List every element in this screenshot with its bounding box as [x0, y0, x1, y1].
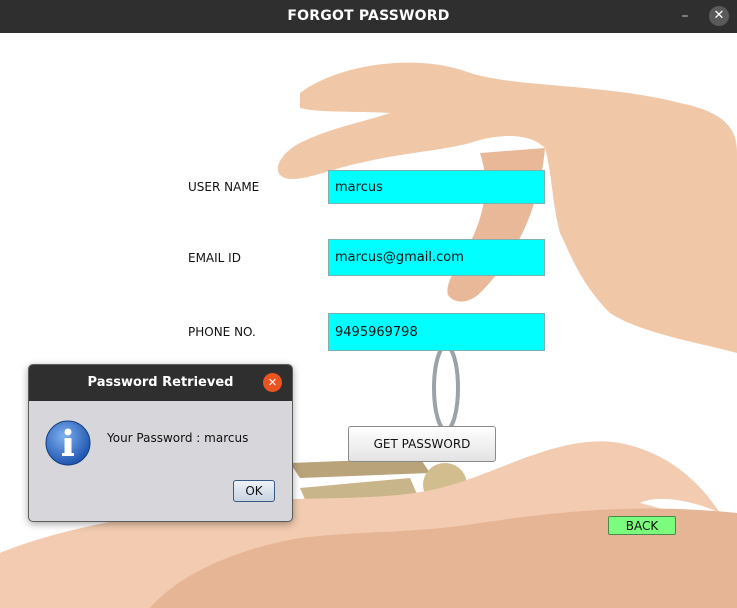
key-ring — [432, 344, 460, 432]
username-label: USER NAME — [188, 180, 260, 194]
dialog-message: Your Password : marcus — [107, 431, 249, 445]
email-label: EMAIL ID — [188, 251, 241, 265]
get-password-button[interactable]: GET PASSWORD — [348, 426, 496, 462]
back-button[interactable]: BACK — [608, 516, 676, 535]
email-field[interactable] — [328, 239, 545, 276]
username-field[interactable] — [328, 170, 545, 204]
ok-button[interactable]: OK — [233, 480, 275, 502]
password-retrieved-dialog: Password Retrieved ✕ Your Password : mar… — [28, 364, 293, 522]
window-title: FORGOT PASSWORD — [287, 8, 450, 24]
info-icon — [45, 420, 91, 466]
dialog-titlebar: Password Retrieved ✕ — [29, 365, 292, 401]
phone-field[interactable] — [328, 313, 545, 351]
dialog-title: Password Retrieved — [87, 375, 234, 390]
dialog-close-button[interactable]: ✕ — [263, 373, 282, 392]
window-titlebar: FORGOT PASSWORD – ✕ — [0, 0, 737, 33]
window-close-button[interactable]: ✕ — [709, 6, 729, 26]
minimize-button[interactable]: – — [676, 8, 694, 26]
forgot-password-window: FORGOT PASSWORD – ✕ USER NAME EMAIL ID P… — [0, 0, 737, 608]
phone-label: PHONE NO. — [188, 325, 256, 339]
